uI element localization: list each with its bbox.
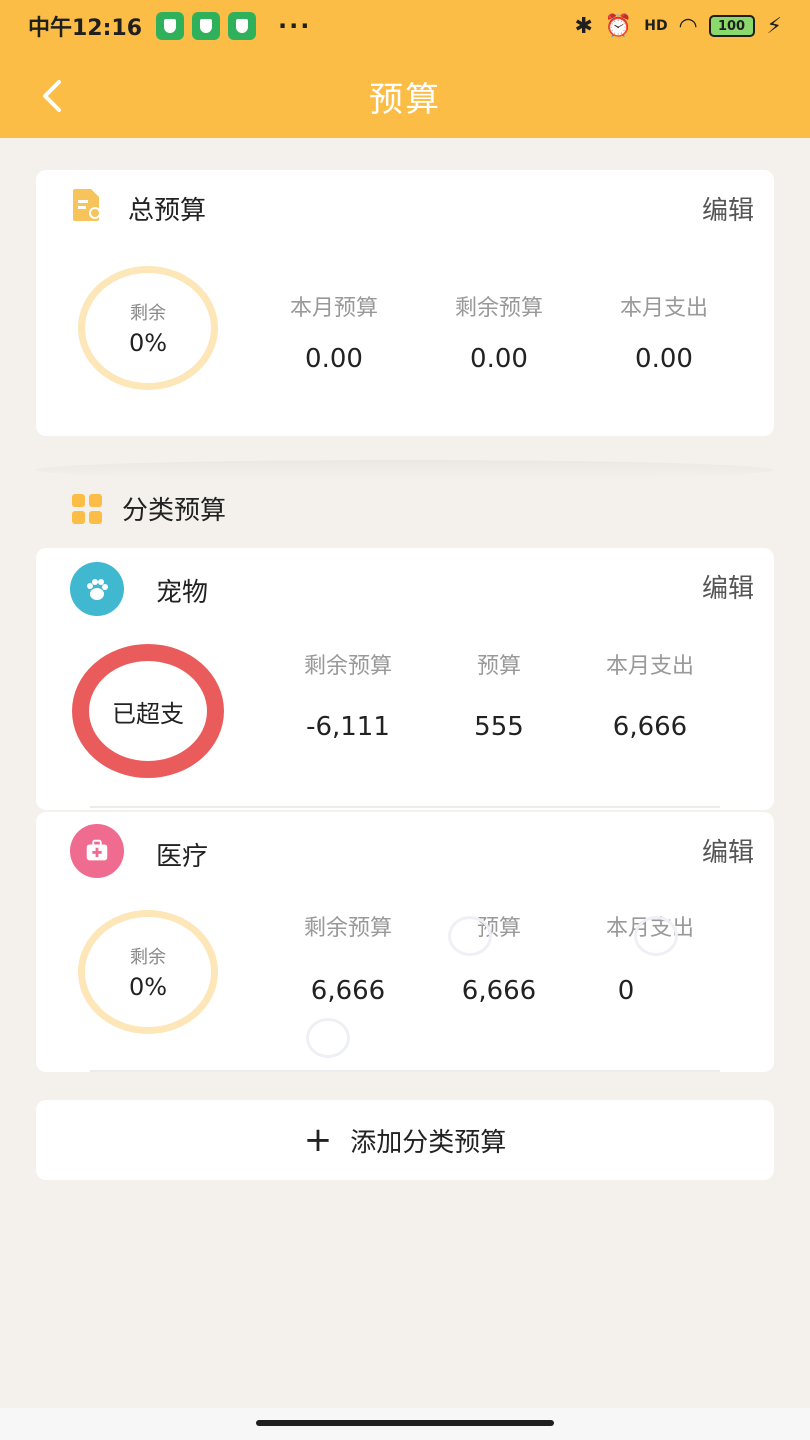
stat-label-monthly-spend: 本月支出	[619, 296, 708, 321]
paw-icon	[70, 562, 124, 616]
total-budget-edit-button[interactable]: 编辑	[702, 190, 754, 227]
medical-kit-icon	[70, 824, 124, 878]
category-card-medical[interactable]: 医疗 编辑 剩余 0% 剩余预算 预算 本月支出 6,666 6,666 0	[36, 812, 774, 1072]
chevron-left-icon	[43, 80, 61, 112]
ring-remaining-label: 剩余	[130, 303, 166, 324]
security-shield-icon	[192, 12, 221, 40]
category-edit-button[interactable]: 编辑	[702, 832, 754, 869]
stat-value-remaining-budget: -6,111	[306, 712, 390, 742]
ring-remaining-percent: 0%	[128, 973, 168, 1001]
add-category-budget-label: 添加分类预算	[350, 1127, 507, 1158]
status-bar: 中午12:16 ··· ✱ ⏰ HD ◠ 100 ⚡	[0, 0, 810, 52]
add-category-budget-button[interactable]: + 添加分类预算	[36, 1100, 774, 1180]
stat-value-remaining-budget: 0.00	[470, 344, 528, 374]
stat-label-monthly-spend: 本月支出	[605, 654, 694, 679]
loading-bubble-decoration	[448, 916, 492, 956]
stat-label-remaining-budget: 剩余预算	[303, 916, 392, 941]
signal-icon: HD	[644, 18, 668, 34]
over-budget-ring: 已超支	[72, 644, 224, 778]
category-section-title: 分类预算	[122, 496, 227, 526]
home-indicator[interactable]	[256, 1420, 554, 1426]
over-budget-label: 已超支	[112, 699, 184, 728]
plus-icon: +	[303, 1120, 333, 1160]
stat-label-remaining-budget: 剩余预算	[303, 654, 392, 679]
stat-value-monthly-spend: 0.00	[635, 344, 693, 374]
stat-value-remaining-budget: 6,666	[310, 976, 386, 1006]
status-time: 中午12:16	[28, 16, 143, 41]
budget-document-icon	[73, 189, 101, 221]
loading-bubble-decoration	[634, 916, 678, 956]
bluetooth-icon: ✱	[574, 13, 593, 39]
stat-label-monthly-budget: 本月预算	[289, 296, 378, 321]
ring-remaining-percent: 0%	[128, 329, 168, 357]
category-grid-icon	[72, 493, 102, 524]
back-button[interactable]	[30, 74, 74, 118]
app-header: 中午12:16 ··· ✱ ⏰ HD ◠ 100 ⚡ 预算	[0, 0, 810, 138]
status-icons: ✱ ⏰ HD ◠ 100 ⚡	[574, 14, 782, 39]
alarm-icon: ⏰	[604, 13, 633, 39]
stat-value-monthly-budget: 0.00	[305, 344, 363, 374]
stat-value-monthly-spend: 0	[617, 976, 635, 1006]
section-divider	[36, 460, 774, 480]
ring-remaining-label: 剩余	[130, 947, 166, 968]
total-budget-title: 总预算	[128, 196, 207, 226]
loading-bubble-decoration	[306, 1018, 350, 1058]
category-section-header: 分类预算	[72, 490, 226, 527]
stat-label-remaining-budget: 剩余预算	[454, 296, 543, 321]
total-budget-card: 总预算 编辑 剩余 0% 本月预算 剩余预算 本月支出 0.00 0.00 0.…	[36, 170, 774, 436]
category-card-pet[interactable]: 宠物 编辑 已超支 剩余预算 预算 本月支出 -6,111 555 6,666	[36, 548, 774, 810]
category-remaining-ring: 剩余 0%	[78, 910, 218, 1034]
page-title: 预算	[369, 79, 441, 120]
stat-label-budget: 预算	[476, 654, 521, 679]
security-shield-icon	[228, 12, 257, 40]
wifi-icon: ◠	[679, 13, 697, 39]
navigation-bar: 预算	[0, 56, 810, 136]
category-name: 宠物	[156, 578, 209, 608]
stat-label-budget: 预算	[476, 916, 521, 941]
category-name: 医疗	[156, 842, 209, 872]
battery-icon: 100	[708, 15, 755, 37]
more-notifications-icon: ···	[278, 12, 312, 40]
card-divider	[90, 1070, 720, 1072]
security-shield-icon	[156, 12, 185, 40]
card-divider	[90, 806, 720, 808]
category-edit-button[interactable]: 编辑	[702, 568, 754, 605]
total-budget-ring: 剩余 0%	[78, 266, 218, 390]
stat-value-budget: 555	[474, 712, 524, 742]
stat-value-monthly-spend: 6,666	[612, 712, 688, 742]
charging-icon: ⚡	[766, 13, 782, 39]
